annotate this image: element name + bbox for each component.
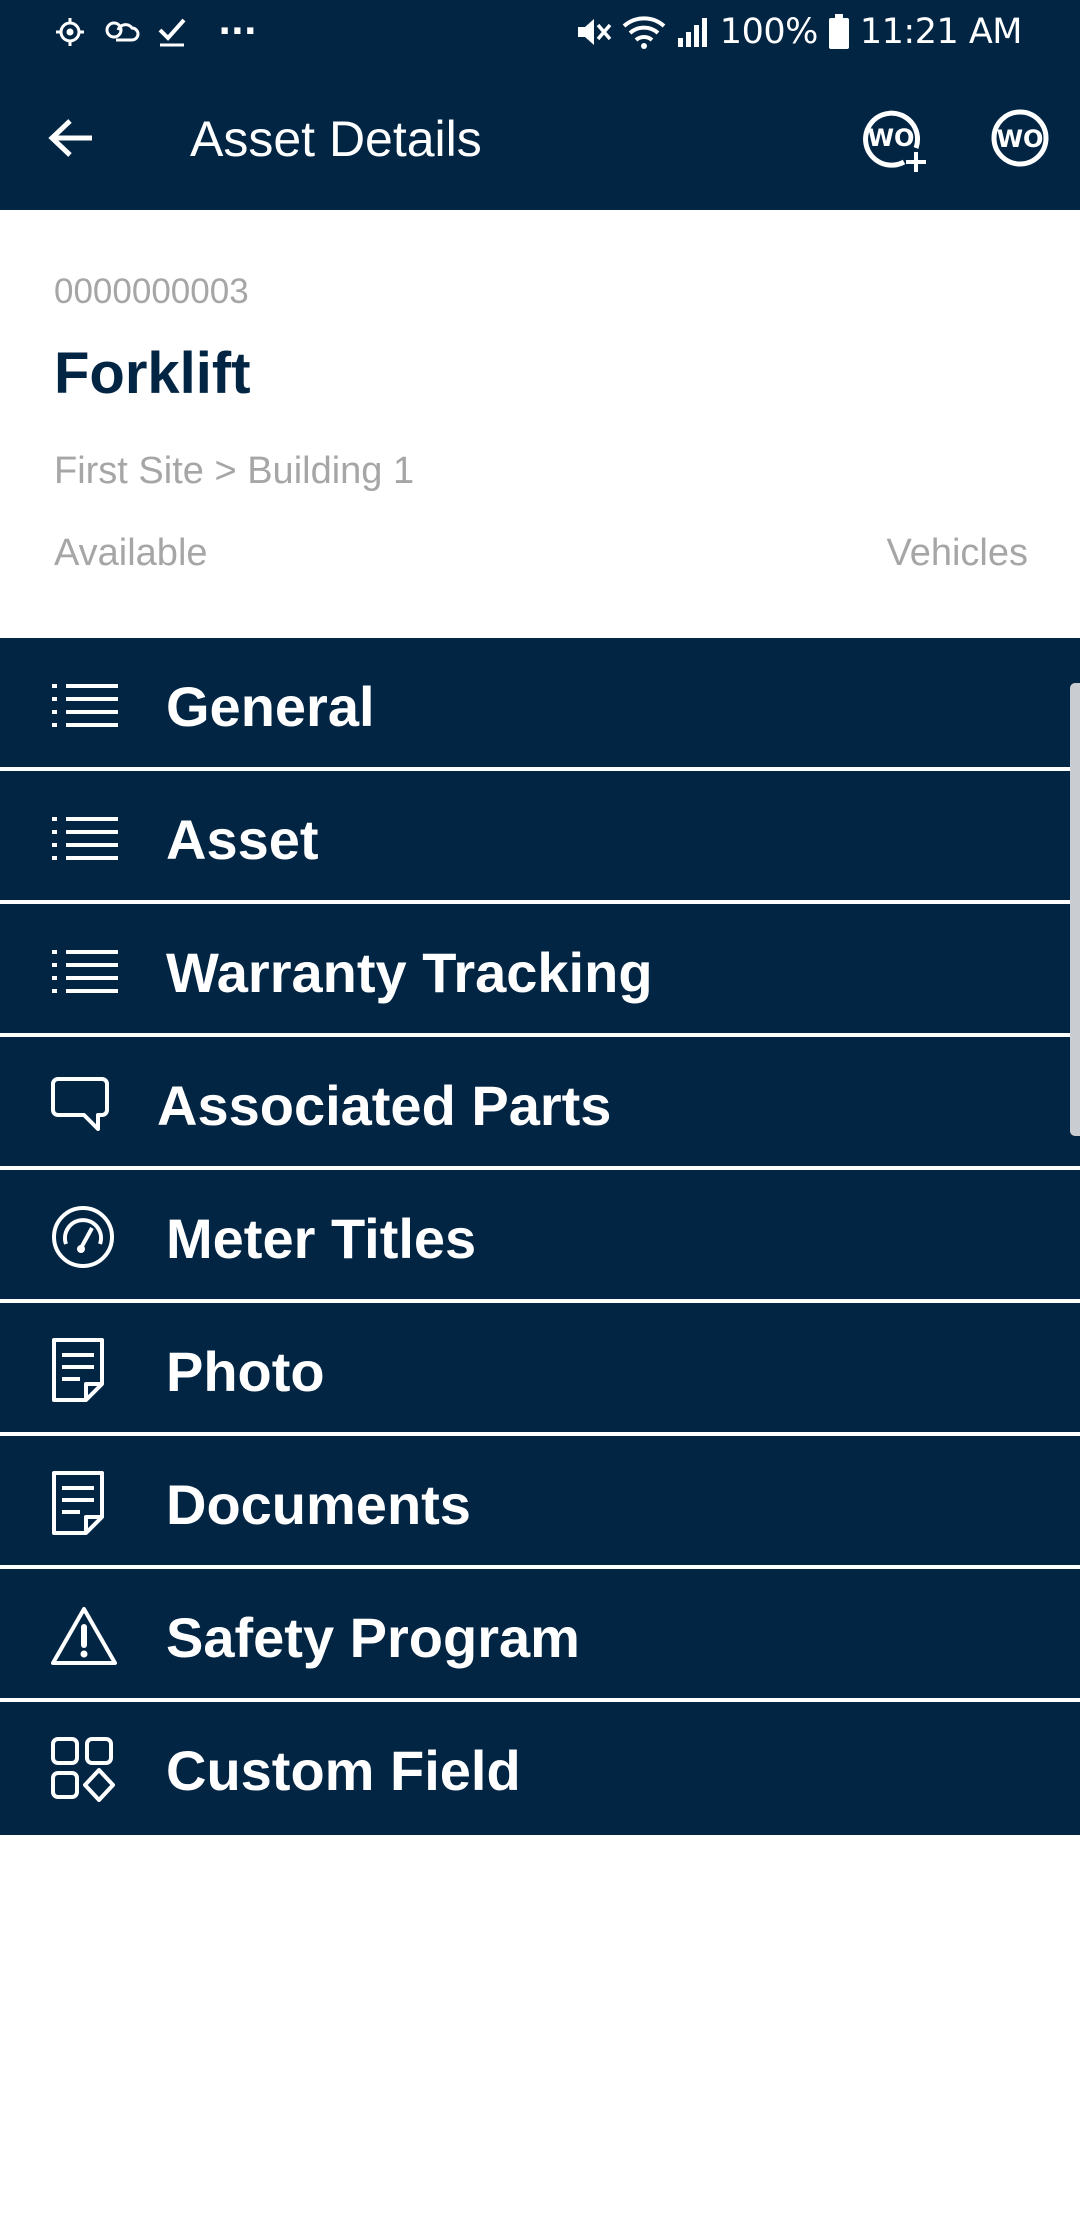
menu-item-general[interactable]: General	[0, 638, 1080, 771]
menu-item-label: Safety Program	[166, 1606, 580, 1669]
menu-item-label: Custom Field	[166, 1739, 521, 1802]
mute-icon	[577, 19, 612, 45]
menu-item-label: General	[166, 675, 375, 738]
clock: 11:21 AM	[859, 12, 1023, 52]
menu-item-label: Documents	[166, 1473, 471, 1536]
menu-item-warranty-tracking[interactable]: Warranty Tracking	[0, 904, 1080, 1037]
asset-location-breadcrumb: First Site > Building 1	[54, 450, 415, 492]
arrow-left-icon	[48, 119, 92, 157]
work-order-icon: WO	[991, 109, 1049, 167]
back-button[interactable]	[38, 104, 106, 172]
menu-item-safety-program[interactable]: Safety Program	[0, 1569, 1080, 1702]
chat-bubble-icon	[50, 1073, 122, 1135]
more-notifications-indicator: ···	[218, 12, 257, 52]
asset-id: 0000000003	[54, 272, 249, 311]
menu-item-photo[interactable]: Photo	[0, 1303, 1080, 1436]
document-icon	[50, 1338, 122, 1402]
gauge-icon	[50, 1206, 122, 1268]
work-order-button[interactable]: WO	[984, 102, 1056, 174]
app-bar: Asset Details WO WO	[0, 66, 1080, 210]
add-work-order-icon: WO	[863, 110, 926, 172]
asset-name: Forklift	[54, 341, 251, 406]
page-title: Asset Details	[190, 111, 482, 167]
menu-item-meter-titles[interactable]: Meter Titles	[0, 1170, 1080, 1303]
svg-text:WO: WO	[868, 124, 915, 152]
asset-status: Available	[54, 532, 208, 574]
menu-item-documents[interactable]: Documents	[0, 1436, 1080, 1569]
system-status: 100% 11:21 AM	[574, 12, 1023, 52]
scrollbar-thumb[interactable]	[1070, 683, 1080, 1136]
menu-item-associated-parts[interactable]: Associated Parts	[0, 1037, 1080, 1170]
asset-category: Vehicles	[886, 532, 1028, 574]
menu-item-label: Asset	[166, 808, 319, 871]
settings-notification-icon	[56, 18, 84, 46]
list-icon	[50, 940, 122, 1002]
task-done-notification-icon	[158, 18, 186, 47]
battery-percentage: 100%	[719, 12, 819, 52]
svg-text:WO: WO	[997, 125, 1044, 153]
menu-item-label: Meter Titles	[166, 1207, 477, 1270]
battery-icon	[828, 14, 849, 49]
menu-item-label: Associated Parts	[157, 1074, 612, 1137]
asset-summary: 0000000003 Forklift First Site > Buildin…	[0, 210, 1080, 638]
list-icon	[50, 807, 122, 869]
document-icon	[50, 1471, 122, 1535]
notification-icons: ···	[54, 12, 257, 52]
status-bar: ··· 100% 11:21 AM	[0, 0, 1080, 66]
list-icon	[50, 674, 122, 736]
add-work-order-button[interactable]: WO	[858, 102, 930, 174]
menu-item-label: Warranty Tracking	[166, 941, 653, 1004]
asset-detail-menu: General Asset Warranty Tracking Associat…	[0, 638, 1080, 1835]
wifi-icon	[622, 16, 666, 49]
menu-item-label: Photo	[166, 1340, 325, 1403]
signal-icon	[677, 18, 707, 47]
warning-icon	[50, 1605, 122, 1667]
menu-item-asset[interactable]: Asset	[0, 771, 1080, 904]
menu-item-custom-field[interactable]: Custom Field	[0, 1702, 1080, 1835]
weather-notification-icon	[105, 21, 140, 42]
grid-shapes-icon	[50, 1737, 122, 1802]
